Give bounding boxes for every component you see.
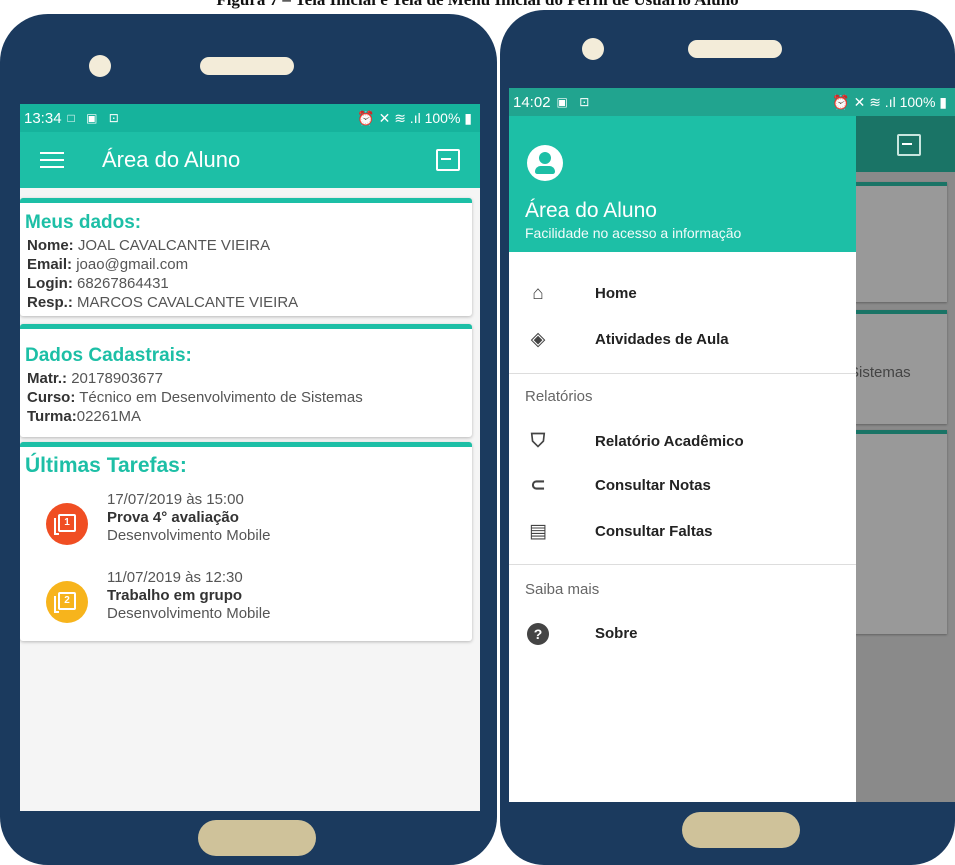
app-title: Área do Aluno [102,147,241,172]
drawer-title: Área do Aluno [525,199,657,222]
task-name: Prova 4° avaliação [107,509,239,526]
row-matr: Matr.: 20178903677 [27,370,163,387]
navigation-drawer: Área do Aluno Facilidade no acesso a inf… [509,116,856,802]
menu-screen: 14:02 ▣ ⊡ ⏰ ✕ ≋ .ıl 100% ▮ Sistemas Área… [509,88,955,802]
card-title: Últimas Tarefas: [25,454,187,477]
drawer-subtitle: Facilidade no acesso a informação [525,225,742,241]
card-meus-dados: Meus dados: Nome: JOAL CAVALCANTE VIEIRA… [20,198,472,316]
dimmed-card [847,182,947,302]
figure-caption: Figura 7 – Tela Inicial e Tela de Menu I… [0,0,955,10]
card-title: Meus dados: [25,212,142,233]
logout-icon [897,134,921,156]
front-camera [89,55,111,77]
row-nome: Nome: JOAL CAVALCANTE VIEIRA [27,237,271,254]
school-icon: ⛉ [530,431,546,452]
home-screen: 13:34 □ ▣ ⊡ ⏰ ✕ ≋ .ıl 100% ▮ Área do Alu… [20,104,480,811]
home-button[interactable] [682,812,800,848]
task-subject: Desenvolvimento Mobile [107,605,271,622]
menu-item-consultar-notas[interactable]: ⊂ Consultar Notas [509,466,856,506]
drawer-header: Área do Aluno Facilidade no acesso a inf… [509,116,856,252]
task-date: 11/07/2019 às 12:30 [107,569,243,586]
home-icon: ⌂ [532,283,544,304]
menu-item-consultar-faltas[interactable]: ▤ Consultar Faltas [509,512,856,552]
menu-icon[interactable] [40,147,64,173]
app-bar: Área do Aluno [20,132,480,188]
row-login: Login: 68267864431 [27,275,169,292]
speaker-grille [200,57,294,75]
card-ultimas-tarefas: Últimas Tarefas: 1 17/07/2019 às 15:00 P… [20,442,472,641]
front-camera [582,38,604,60]
status-bar: 14:02 ▣ ⊡ ⏰ ✕ ≋ .ıl 100% ▮ [509,88,955,116]
task-badge-icon: 2 [46,581,88,623]
menu-item-relatorio-academico[interactable]: ⛉ Relatório Acadêmico [509,422,856,462]
status-time: 14:02 [513,93,551,111]
row-turma: Turma:02261MA [27,408,141,425]
task-name: Trabalho em grupo [107,587,243,604]
task-badge-icon: 1 [46,503,88,545]
list-item-tarefa[interactable]: 2 11/07/2019 às 12:30 Trabalho em grupo … [20,569,472,639]
card-dados-cadastrais: Dados Cadastrais: Matr.: 20178903677 Cur… [20,324,472,437]
menu-item-atividades[interactable]: ◈ Atividades de Aula [509,320,856,360]
clipboard-icon: ▤ [529,521,547,542]
phone-menu-screen: 14:02 ▣ ⊡ ⏰ ✕ ≋ .ıl 100% ▮ Sistemas Área… [500,10,955,865]
status-right: ⏰ ✕ ≋ .ıl 100% ▮ [357,109,472,126]
notification-icons: ▣ ⊡ [556,95,594,109]
divider [509,564,856,565]
row-resp: Resp.: MARCOS CAVALCANTE VIEIRA [27,294,299,311]
attachment-icon: ⊂ [530,475,546,496]
row-curso: Curso: Técnico em Desenvolvimento de Sis… [27,389,363,406]
card-title: Dados Cadastrais: [25,345,192,366]
notification-icons: □ ▣ ⊡ [67,111,123,125]
avatar-icon [527,145,563,181]
help-icon: ? [527,623,549,645]
dimmed-card [847,430,947,634]
status-bar: 13:34 □ ▣ ⊡ ⏰ ✕ ≋ .ıl 100% ▮ [20,104,480,132]
task-date: 17/07/2019 às 15:00 [107,491,244,508]
home-button[interactable] [198,820,316,856]
speaker-grille [688,40,782,58]
status-time: 13:34 [24,109,62,127]
row-email: Email: joao@gmail.com [27,256,189,273]
class-icon: ◈ [530,329,546,350]
dimmed-text: Sistemas [849,364,911,381]
logout-icon[interactable] [436,149,460,171]
status-right: ⏰ ✕ ≋ .ıl 100% ▮ [832,93,947,110]
task-subject: Desenvolvimento Mobile [107,527,271,544]
dimmed-card: Sistemas [847,310,947,424]
menu-item-sobre[interactable]: ? Sobre [509,614,856,654]
phone-home-screen: 13:34 □ ▣ ⊡ ⏰ ✕ ≋ .ıl 100% ▮ Área do Alu… [0,14,497,865]
list-item-tarefa[interactable]: 1 17/07/2019 às 15:00 Prova 4° avaliação… [20,491,472,561]
section-label-saiba-mais: Saiba mais [525,581,600,598]
menu-item-home[interactable]: ⌂ Home [509,274,856,314]
divider [509,373,856,374]
section-label-relatorios: Relatórios [525,388,593,405]
